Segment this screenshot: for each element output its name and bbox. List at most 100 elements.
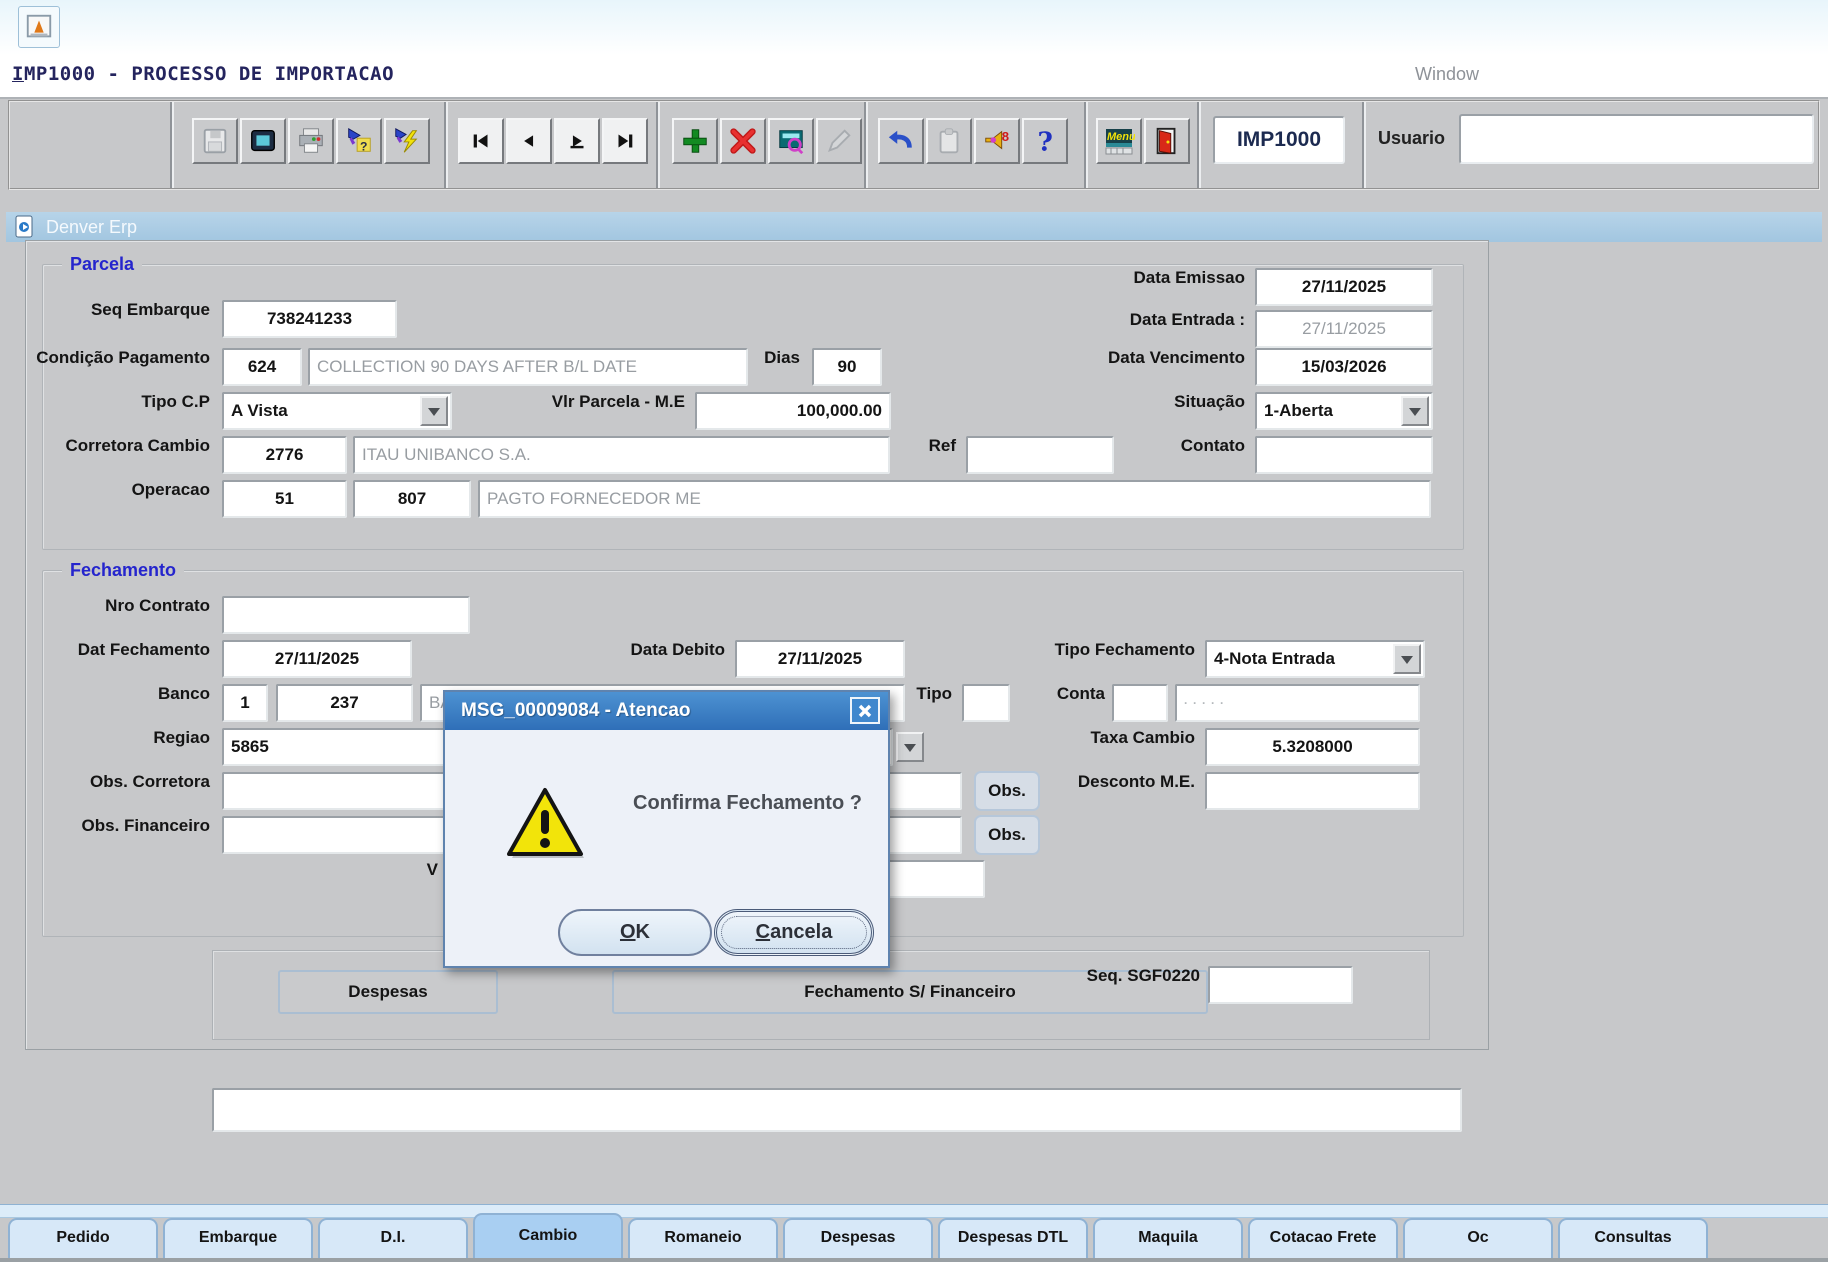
tab-consultas[interactable]: Consultas	[1558, 1218, 1708, 1258]
toolbar-edit-button[interactable]	[816, 118, 862, 164]
contato-field[interactable]	[1255, 436, 1433, 474]
dialog-titlebar[interactable]: MSG_00009084 - Atencao	[445, 692, 888, 730]
picture-icon	[24, 12, 54, 42]
taxa-cambio-label: Taxa Cambio	[985, 728, 1195, 766]
toolbar-enter-query-button[interactable]	[768, 118, 814, 164]
toolbar-divider	[170, 102, 174, 188]
banco-code2-field[interactable]: 237	[276, 684, 413, 722]
toolbar-divider	[864, 102, 868, 188]
obs-financeiro-label: Obs. Financeiro	[0, 816, 210, 854]
operacao-code1-field[interactable]: 51	[222, 480, 347, 518]
regiao-label: Regiao	[0, 728, 210, 766]
toolbar-first-record-button[interactable]	[458, 118, 504, 164]
tab-maquila[interactable]: Maquila	[1093, 1218, 1243, 1258]
undo-icon	[886, 126, 916, 156]
dialog-message: Confirma Fechamento ?	[615, 792, 880, 815]
data-debito-label: Data Debito	[575, 640, 725, 678]
svg-text:?: ?	[1038, 126, 1053, 156]
situacao-dropdown-arrow[interactable]	[1401, 396, 1429, 426]
vlr-parcela-field[interactable]: 100,000.00	[695, 392, 891, 430]
module-code-field[interactable]: IMP1000	[1213, 116, 1345, 164]
corretora-cambio-code-field[interactable]: 2776	[222, 436, 347, 474]
tipo-fechamento-combo[interactable]: 4-Nota Entrada	[1205, 640, 1425, 678]
usuario-label: Usuario	[1378, 128, 1445, 149]
data-vencimento-label: Data Vencimento	[1035, 348, 1245, 386]
dias-field[interactable]: 90	[812, 348, 882, 386]
dialog-cancel-button[interactable]: Cancela	[714, 909, 874, 956]
tab-cambio[interactable]: Cambio	[473, 1213, 623, 1258]
save-icon	[200, 126, 230, 156]
situacao-label: Situação	[1035, 392, 1245, 430]
toolbar-last-record-button[interactable]	[602, 118, 648, 164]
dialog-close-button[interactable]	[850, 697, 880, 724]
tab-pedido[interactable]: Pedido	[8, 1218, 158, 1258]
toolbar-paste-button[interactable]	[926, 118, 972, 164]
svg-text:Menu: Menu	[1107, 131, 1135, 143]
menu-window[interactable]: Window	[1415, 64, 1479, 85]
seq-embarque-field[interactable]: 738241233	[222, 300, 397, 338]
toolbar-print-button[interactable]	[288, 118, 334, 164]
exit-door-icon	[1152, 126, 1182, 156]
data-emissao-field[interactable]: 27/11/2025	[1255, 268, 1433, 306]
toolbar-menu-button[interactable]: Menu	[1096, 118, 1142, 164]
toolbar-previous-record-button[interactable]	[506, 118, 552, 164]
data-emissao-label: Data Emissao	[1035, 268, 1245, 306]
tipo-fechamento-dropdown-arrow[interactable]	[1393, 644, 1421, 674]
toolbar-next-record-button[interactable]	[554, 118, 600, 164]
operacao-desc-field: PAGTO FORNECEDOR ME	[478, 480, 1431, 518]
regiao-dropdown-arrow[interactable]	[896, 732, 924, 762]
svg-text:8: 8	[1002, 129, 1009, 144]
tab-romaneio[interactable]: Romaneio	[628, 1218, 778, 1258]
toolbar-divider	[1084, 102, 1088, 188]
appbar-title: Denver Erp	[46, 217, 137, 238]
banco-code1-field[interactable]: 1	[222, 684, 268, 722]
toolbar-help-button[interactable]: ?	[1022, 118, 1068, 164]
dialog-ok-button[interactable]: OK	[558, 909, 712, 956]
toolbar-save-button[interactable]	[192, 118, 238, 164]
toolbar-delete-record-button[interactable]	[720, 118, 766, 164]
app-window-icon[interactable]	[18, 6, 60, 48]
usuario-field[interactable]	[1459, 114, 1814, 164]
tab-embarque[interactable]: Embarque	[163, 1218, 313, 1258]
toolbar-exit-button[interactable]	[1144, 118, 1190, 164]
tipo-cp-dropdown-arrow[interactable]	[420, 396, 448, 426]
seq-sgf0220-label: Seq. SGF0220	[1040, 966, 1200, 1004]
tab-despesas[interactable]: Despesas	[783, 1218, 933, 1258]
tab-despesas-dtl[interactable]: Despesas DTL	[938, 1218, 1088, 1258]
toolbar-insert-record-button[interactable]	[672, 118, 718, 164]
last-record-icon	[612, 128, 638, 154]
focus-ring	[721, 916, 867, 949]
tab-oc[interactable]: Oc	[1403, 1218, 1553, 1258]
parcela-group-title: Parcela	[62, 254, 142, 275]
condicao-pagamento-code-field[interactable]: 624	[222, 348, 302, 386]
operacao-code2-field[interactable]: 807	[353, 480, 471, 518]
operacao-label: Operacao	[0, 480, 210, 518]
toolbar-execute-query-button[interactable]	[384, 118, 430, 164]
toolbar-record-button[interactable]	[240, 118, 286, 164]
despesas-button[interactable]: Despesas	[278, 970, 498, 1014]
dialog-title: MSG_00009084 - Atencao	[461, 700, 691, 722]
tipo-cp-combo[interactable]: A Vista	[222, 392, 452, 430]
menubar: IMP1000 - PROCESSO DE IMPORTACAO Window	[0, 55, 1828, 99]
seq-sgf0220-field[interactable]	[1208, 966, 1353, 1004]
toolbar-undo-button[interactable]	[878, 118, 924, 164]
previous-record-icon	[516, 128, 542, 154]
nro-contrato-field[interactable]	[222, 596, 470, 634]
bottom-edge	[0, 1258, 1828, 1262]
obs-financeiro-button[interactable]: Obs.	[974, 815, 1040, 855]
data-debito-field[interactable]: 27/11/2025	[735, 640, 905, 678]
note-field[interactable]	[212, 1088, 1462, 1132]
taxa-cambio-field[interactable]: 5.3208000	[1205, 728, 1420, 766]
vlr-parcela-label: Vlr Parcela - M.E	[455, 392, 685, 430]
data-vencimento-field[interactable]: 15/03/2026	[1255, 348, 1433, 386]
query-form-icon	[776, 126, 806, 156]
conta-field-2[interactable]: ·····	[1175, 684, 1420, 722]
tab-cotacao-frete[interactable]: Cotacao Frete	[1248, 1218, 1398, 1258]
toolbar-show-message-button[interactable]: 8	[974, 118, 1020, 164]
desconto-me-field[interactable]	[1205, 772, 1420, 810]
next-record-icon	[564, 128, 590, 154]
dat-fechamento-field[interactable]: 27/11/2025	[222, 640, 412, 678]
toolbar-help-query-button[interactable]: ?	[336, 118, 382, 164]
tab-di[interactable]: D.I.	[318, 1218, 468, 1258]
conta-field-1[interactable]	[1112, 684, 1168, 722]
